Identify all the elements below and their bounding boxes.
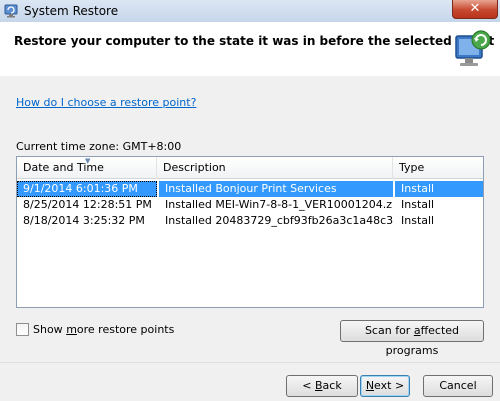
- checkbox-box[interactable]: [16, 323, 29, 336]
- row-type: Install: [395, 181, 483, 197]
- next-label-accesskey: N: [365, 379, 375, 392]
- back-label-accesskey: B: [315, 379, 323, 392]
- close-button[interactable]: ✕: [452, 0, 498, 19]
- scan-label-pre: Scan for: [364, 324, 414, 337]
- restore-points-list[interactable]: Date and Time ▼ Description Type 9/1/201…: [16, 156, 484, 308]
- row-date: 9/1/2014 6:01:36 PM: [17, 181, 157, 197]
- row-date: 8/25/2014 12:28:51 PM: [23, 198, 152, 211]
- header-instruction: Restore your computer to the state it wa…: [14, 34, 495, 48]
- table-row[interactable]: 8/25/2014 12:28:51 PM Installed MEI-Win7…: [17, 197, 483, 213]
- next-button[interactable]: Next >: [360, 375, 410, 397]
- list-header: Date and Time ▼ Description Type: [17, 157, 483, 179]
- close-icon: ✕: [469, 1, 481, 16]
- column-header-description-label: Description: [163, 161, 226, 174]
- checkbox-label-post: ore restore points: [76, 323, 175, 336]
- system-restore-window: System Restore ✕ Restore your computer t…: [0, 0, 500, 401]
- column-header-date[interactable]: Date and Time ▼: [17, 157, 157, 179]
- back-label-post: ack: [322, 379, 342, 392]
- cancel-button[interactable]: Cancel: [423, 375, 493, 397]
- system-restore-app-icon: [4, 4, 18, 18]
- back-label-pre: <: [302, 379, 315, 392]
- wizard-header: Restore your computer to the state it wa…: [0, 22, 500, 76]
- help-link[interactable]: How do I choose a restore point?: [16, 96, 196, 109]
- table-row[interactable]: 9/1/2014 6:01:36 PM Installed Bonjour Pr…: [17, 181, 483, 197]
- checkbox-label-accesskey: m: [66, 323, 77, 336]
- scan-affected-programs-button[interactable]: Scan for affected programs: [340, 320, 484, 357]
- row-description: Installed Bonjour Print Services: [159, 181, 393, 197]
- column-header-type[interactable]: Type: [393, 157, 483, 179]
- checkbox-label-pre: Show: [33, 323, 67, 336]
- back-button[interactable]: < Back: [286, 375, 358, 397]
- checkbox-label: Show more restore points: [33, 323, 174, 336]
- row-type: Install: [401, 198, 435, 211]
- column-header-description[interactable]: Description: [157, 157, 393, 179]
- next-label-post: ext >: [374, 379, 405, 392]
- footer-divider: [0, 362, 500, 363]
- row-description: Installed MEI-Win7-8-8-1_VER10001204.zip…: [165, 198, 393, 211]
- column-header-date-label: Date and Time: [23, 161, 104, 174]
- row-date: 8/18/2014 3:25:32 PM: [23, 214, 145, 227]
- system-restore-icon: [455, 30, 491, 66]
- table-row[interactable]: 8/18/2014 3:25:32 PM Installed 20483729_…: [17, 213, 483, 229]
- row-type: Install: [401, 214, 435, 227]
- scan-label-accesskey: a: [413, 324, 421, 337]
- sort-arrow-icon: ▼: [85, 157, 91, 165]
- row-description: Installed 20483729_cbf93fb26a3c1a48c398b…: [165, 214, 393, 227]
- column-header-type-label: Type: [399, 161, 425, 174]
- window-title: System Restore: [24, 4, 119, 18]
- timezone-label: Current time zone: GMT+8:00: [16, 140, 182, 153]
- title-bar[interactable]: System Restore ✕: [0, 0, 500, 22]
